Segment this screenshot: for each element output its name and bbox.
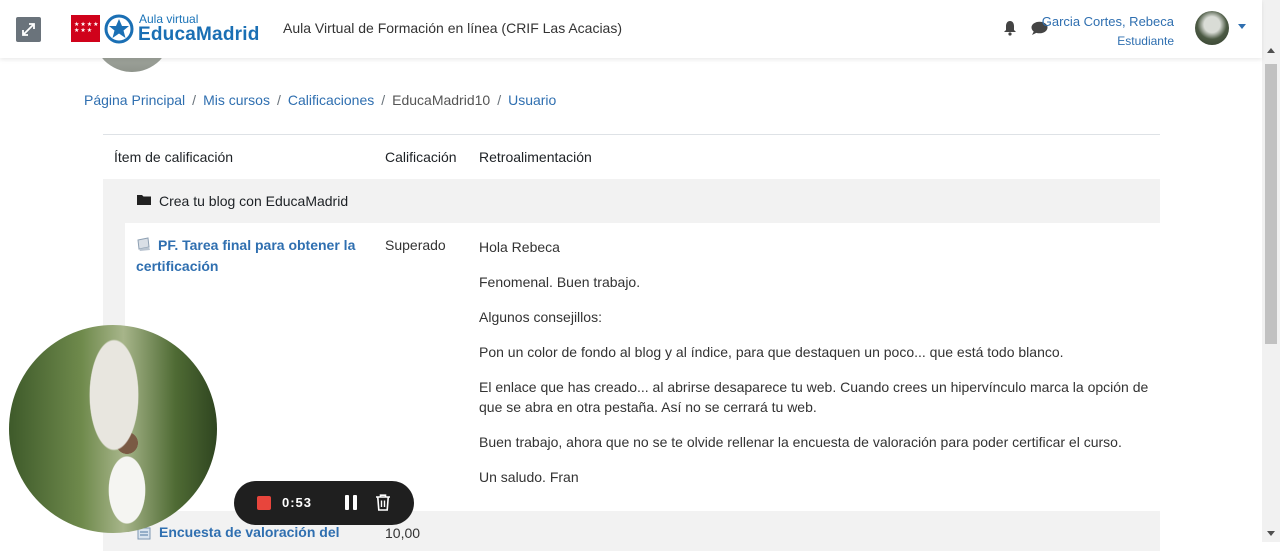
webcam-overlay	[9, 325, 217, 533]
breadcrumb-course: EducaMadrid10	[392, 92, 491, 108]
breadcrumb: Página Principal / Mis cursos / Califica…	[84, 92, 556, 108]
category-row: Crea tu blog con EducaMadrid	[103, 179, 1160, 223]
feedback-line: Pon un color de fondo al blog y al índic…	[479, 344, 1064, 360]
breadcrumb-separator: /	[381, 92, 386, 108]
stop-recording-icon[interactable]	[257, 496, 271, 510]
table-header: Ítem de calificación Calificación Retroa…	[103, 134, 1160, 180]
breadcrumb-grades[interactable]: Calificaciones	[288, 92, 374, 108]
grade-value: 10,00	[385, 525, 421, 541]
recording-timer: 0:53	[282, 495, 313, 510]
grade-value: Superado	[385, 237, 446, 253]
avatar[interactable]	[1195, 11, 1229, 45]
feedback-line: El enlace que has creado... al abrirse d…	[479, 379, 1149, 415]
column-header-feedback: Retroalimentación	[479, 149, 592, 165]
scroll-up-icon[interactable]	[1267, 48, 1275, 53]
feedback-text: Hola Rebeca Fenomenal. Buen trabajo. Alg…	[479, 237, 1149, 502]
survey-item-link[interactable]: Encuesta de valoración del	[159, 524, 340, 540]
feedback-line: Buen trabajo, ahora que no se te olvide …	[479, 434, 1122, 450]
scroll-down-icon[interactable]	[1267, 531, 1275, 536]
educamadrid-logo-icon	[104, 14, 134, 44]
pause-icon[interactable]	[345, 495, 357, 510]
table-row: PF. Tarea final para obtener la certific…	[125, 223, 1160, 511]
breadcrumb-my-courses[interactable]: Mis cursos	[203, 92, 270, 108]
logo-title[interactable]: EducaMadrid	[138, 24, 260, 46]
breadcrumb-separator: /	[276, 92, 281, 108]
column-header-item: Ítem de calificación	[114, 149, 234, 165]
feedback-line: Un saludo. Fran	[479, 469, 579, 485]
site-title: Aula Virtual de Formación en línea (CRIF…	[283, 20, 623, 36]
feedback-line: Hola Rebeca	[479, 239, 560, 255]
breadcrumb-home[interactable]: Página Principal	[84, 92, 185, 108]
user-role: Estudiante	[1117, 34, 1174, 48]
breadcrumb-separator: /	[497, 92, 502, 108]
madrid-flag-logo: ★ ★ ★ ★ ★ ★ ★	[71, 15, 100, 42]
recording-controls: 0:53	[234, 481, 414, 525]
grade-item-link[interactable]: PF. Tarea final para obtener la certific…	[136, 235, 361, 277]
breadcrumb-separator: /	[192, 92, 197, 108]
column-header-grade: Calificación	[385, 149, 457, 165]
user-name-link[interactable]: Garcia Cortes, Rebeca	[1042, 14, 1174, 29]
breadcrumb-user[interactable]: Usuario	[508, 92, 556, 108]
folder-icon	[137, 195, 151, 205]
category-name: Crea tu blog con EducaMadrid	[159, 193, 349, 209]
trash-icon[interactable]	[375, 494, 391, 511]
bell-icon[interactable]	[1003, 20, 1017, 36]
chevron-down-icon[interactable]	[1238, 24, 1246, 29]
expand-icon[interactable]	[16, 17, 41, 42]
feedback-line: Fenomenal. Buen trabajo.	[479, 274, 641, 290]
feedback-line: Algunos consejillos:	[479, 309, 602, 325]
top-navbar: ★ ★ ★ ★ ★ ★ ★ Aula virtual EducaMadrid Aula Vi…	[0, 0, 1262, 58]
scrollbar-thumb[interactable]	[1265, 64, 1277, 344]
